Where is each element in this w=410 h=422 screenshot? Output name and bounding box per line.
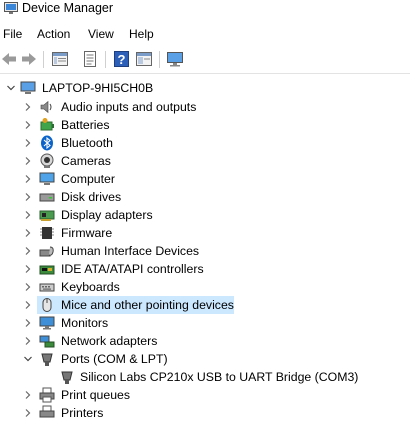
device-manager-icon bbox=[4, 2, 18, 14]
tree-item-label: Bluetooth bbox=[61, 136, 113, 150]
tree-item-label: Human Interface Devices bbox=[61, 244, 200, 258]
tree-item-label: IDE ATA/ATAPI controllers bbox=[61, 262, 204, 276]
chevron-right-icon[interactable] bbox=[23, 300, 33, 310]
chevron-down-icon[interactable] bbox=[23, 354, 33, 364]
chevron-right-icon[interactable] bbox=[23, 318, 33, 328]
tree-item-ide[interactable]: IDE ATA/ATAPI controllers bbox=[0, 260, 410, 278]
tree-item-label: Cameras bbox=[61, 154, 111, 168]
tree-item-label: Computer bbox=[61, 172, 115, 186]
tree-item-label: Batteries bbox=[61, 118, 110, 132]
tree-item-printers[interactable]: Printers bbox=[0, 404, 410, 422]
chevron-right-icon[interactable] bbox=[23, 246, 33, 256]
tree-item-label: Firmware bbox=[61, 226, 113, 240]
display-adapter-icon bbox=[39, 210, 55, 221]
tree-item-print-queues[interactable]: Print queues bbox=[0, 386, 410, 404]
tree-item-display-adapters[interactable]: Display adapters bbox=[0, 206, 410, 224]
menu-help[interactable]: Help bbox=[129, 26, 154, 42]
toolbar-divider bbox=[0, 73, 410, 74]
computer-icon bbox=[20, 81, 36, 94]
port-icon bbox=[61, 371, 73, 384]
tree-item-batteries[interactable]: Batteries bbox=[0, 116, 410, 134]
ide-controller-icon bbox=[39, 265, 55, 275]
tree-item-monitors[interactable]: Monitors bbox=[0, 314, 410, 332]
chevron-right-icon[interactable] bbox=[23, 282, 33, 292]
battery-icon bbox=[40, 118, 54, 131]
tree-root-label: LAPTOP-9HI5CH0B bbox=[42, 81, 154, 95]
tree-item-label: Network adapters bbox=[61, 334, 158, 348]
chevron-right-icon[interactable] bbox=[23, 138, 33, 148]
tree-item-label: Keyboards bbox=[61, 280, 120, 294]
tree-item-audio[interactable]: Audio inputs and outputs bbox=[0, 98, 410, 116]
monitor-icon[interactable] bbox=[166, 50, 184, 68]
chevron-right-icon[interactable] bbox=[23, 210, 33, 220]
toolbar-separator bbox=[105, 51, 106, 68]
chevron-right-icon[interactable] bbox=[23, 408, 33, 418]
window-title: Device Manager bbox=[22, 1, 114, 15]
tree-item-cameras[interactable]: Cameras bbox=[0, 152, 410, 170]
menu-bar: File Action View Help bbox=[0, 24, 410, 44]
toolbar: ? bbox=[0, 47, 410, 73]
tree-item-mice[interactable]: Mice and other pointing devices bbox=[0, 296, 410, 314]
tree-item-ports[interactable]: Ports (COM & LPT) bbox=[0, 350, 410, 368]
tree-root[interactable]: LAPTOP-9HI5CH0B bbox=[0, 79, 410, 97]
tree-item-label: Silicon Labs CP210x USB to UART Bridge (… bbox=[80, 370, 359, 384]
firmware-chip-icon bbox=[40, 227, 54, 239]
hid-icon bbox=[39, 246, 54, 257]
tree-item-silicon-labs-port[interactable]: Silicon Labs CP210x USB to UART Bridge (… bbox=[0, 368, 410, 386]
camera-icon bbox=[40, 153, 54, 168]
network-adapter-icon bbox=[39, 335, 55, 348]
keyboard-icon bbox=[39, 283, 55, 292]
tree-item-bluetooth[interactable]: Bluetooth bbox=[0, 134, 410, 152]
tree-item-firmware[interactable]: Firmware bbox=[0, 224, 410, 242]
chevron-right-icon[interactable] bbox=[23, 156, 33, 166]
menu-action[interactable]: Action bbox=[37, 26, 70, 42]
title-bar: Device Manager bbox=[0, 0, 410, 20]
tree-item-label: Printers bbox=[61, 406, 104, 420]
tree-item-keyboards[interactable]: Keyboards bbox=[0, 278, 410, 296]
tree-item-label: Disk drives bbox=[61, 190, 122, 204]
chevron-right-icon[interactable] bbox=[23, 390, 33, 400]
help-icon[interactable]: ? bbox=[113, 50, 131, 68]
tree-item-label: Monitors bbox=[61, 316, 109, 330]
properties-icon[interactable] bbox=[51, 50, 69, 68]
printer-icon bbox=[39, 387, 55, 403]
disk-drive-icon bbox=[39, 193, 55, 202]
menu-view[interactable]: View bbox=[88, 26, 114, 42]
chevron-right-icon[interactable] bbox=[23, 264, 33, 274]
toolbar-separator bbox=[43, 51, 44, 68]
menu-file[interactable]: File bbox=[3, 26, 22, 42]
speaker-icon bbox=[40, 100, 52, 114]
chevron-right-icon[interactable] bbox=[23, 174, 33, 184]
computer-icon bbox=[39, 172, 55, 185]
tree-item-label: Audio inputs and outputs bbox=[61, 100, 197, 114]
bluetooth-icon bbox=[41, 135, 53, 151]
chevron-right-icon[interactable] bbox=[23, 102, 33, 112]
tree-item-network-adapters[interactable]: Network adapters bbox=[0, 332, 410, 350]
svg-text:?: ? bbox=[118, 52, 126, 67]
mouse-icon bbox=[42, 298, 52, 312]
toolbar-separator bbox=[159, 51, 160, 68]
tree-item-computer[interactable]: Computer bbox=[0, 170, 410, 188]
chevron-down-icon[interactable] bbox=[6, 83, 16, 93]
printer-icon bbox=[39, 405, 55, 418]
chevron-right-icon[interactable] bbox=[23, 120, 33, 130]
chevron-right-icon[interactable] bbox=[23, 192, 33, 202]
forward-icon[interactable] bbox=[20, 50, 38, 68]
tree-item-label: Display adapters bbox=[61, 208, 153, 222]
chevron-right-icon[interactable] bbox=[23, 228, 33, 238]
port-icon bbox=[41, 353, 53, 366]
tree-item-hid[interactable]: Human Interface Devices bbox=[0, 242, 410, 260]
back-icon[interactable] bbox=[0, 50, 18, 68]
monitor-icon bbox=[39, 316, 55, 330]
tree-item-label: Print queues bbox=[61, 388, 131, 402]
tree-item-label: Mice and other pointing devices bbox=[61, 298, 234, 312]
tree-item-label: Ports (COM & LPT) bbox=[61, 352, 168, 366]
tree-item-disk-drives[interactable]: Disk drives bbox=[0, 188, 410, 206]
update-driver-icon[interactable] bbox=[81, 50, 99, 68]
show-hidden-icon[interactable] bbox=[135, 50, 153, 68]
chevron-right-icon[interactable] bbox=[23, 336, 33, 346]
